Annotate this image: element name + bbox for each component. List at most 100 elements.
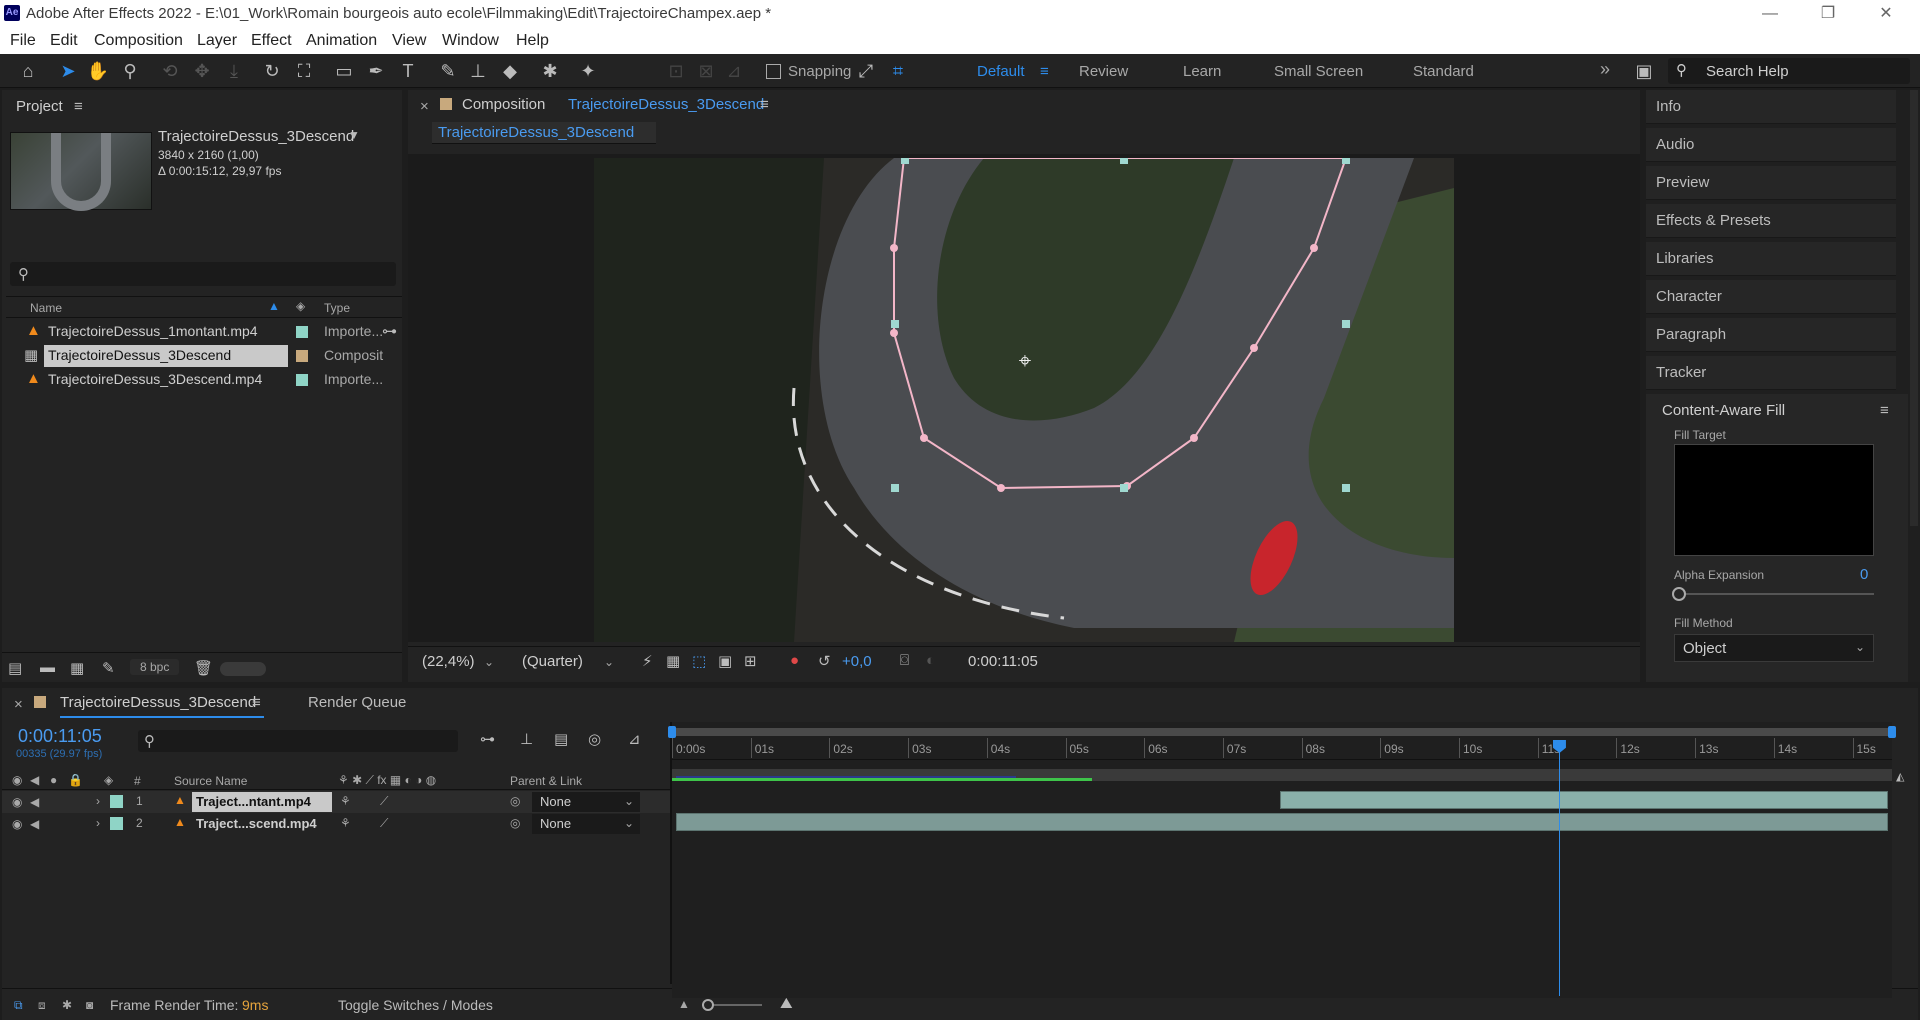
transparency-grid-icon[interactable]: ▦ [666,652,680,670]
fast-previews-icon[interactable]: ⚡ [642,652,653,670]
scrollbar[interactable] [1910,90,1918,526]
pan-tool-icon[interactable]: ✥ [190,59,214,83]
chevron-right-icon[interactable]: › [96,816,100,830]
work-area-start-handle[interactable] [668,726,676,738]
magnification-dropdown[interactable]: (22,4%) [422,653,475,670]
menu-help[interactable]: Help [516,32,549,50]
project-search-input[interactable]: ⚲ [10,262,396,286]
layer-duration-bar[interactable] [1279,791,1888,809]
mask-visibility-icon[interactable]: ⬚ [692,652,706,670]
audio-icon[interactable]: ◀ [30,795,39,809]
clone-stamp-tool-icon[interactable]: ⊥ [466,59,490,83]
adjust-settings-icon[interactable]: ✎ [102,659,115,677]
axis-world-icon[interactable]: ⊠ [694,59,718,83]
dropdown-icon[interactable]: ▼ [348,128,360,142]
menu-view[interactable]: View [392,32,426,50]
project-item[interactable]: ▲ TrajectoireDessus_3Descend.mp4 Importe… [6,368,402,392]
menu-composition[interactable]: Composition [94,32,183,50]
layer-row[interactable]: ◉ ◀ › 1 ▲ Traject...ntant.mp4 ⚘ ⟋ ◎ None… [2,791,670,813]
type-column-header[interactable]: Type [324,301,350,315]
current-timecode[interactable]: 0:00:11:05 [18,726,102,747]
timeline-track-area[interactable]: 0:00s 01s 02s 03s 04s 05s 06s 07s 08s 09s 10s 11s 12… [668,722,1896,998]
fill-method-select[interactable]: Object ⌄ [1674,634,1874,662]
comp-viewer[interactable]: ⌖ [408,154,1640,642]
label-swatch[interactable] [296,326,308,338]
alpha-expansion-slider-track[interactable] [1678,593,1874,595]
snapping-checkbox[interactable] [766,64,781,79]
bit-depth-button[interactable]: 8 bpc [130,659,180,675]
minimize-button[interactable]: — [1750,2,1790,26]
menu-edit[interactable]: Edit [50,32,78,50]
interpret-footage-icon[interactable]: ▤ [8,659,22,677]
thumbnail-size-slider[interactable] [220,662,266,676]
alpha-expansion-slider-thumb[interactable] [1672,587,1686,601]
layer-duration-bar[interactable] [676,813,1888,831]
hand-tool-icon[interactable]: ✋ [86,59,110,83]
type-tool-icon[interactable]: T [396,59,420,83]
time-ruler[interactable]: 0:00s 01s 02s 03s 04s 05s 06s 07s 08s 09s 10s 11s 12… [672,738,1892,760]
label-column-icon[interactable]: ◈ [296,299,305,313]
source-name-header[interactable]: Source Name [174,774,247,788]
close-button[interactable]: ✕ [1866,2,1906,26]
label-swatch[interactable] [110,795,123,808]
parent-select[interactable]: None ⌄ [532,792,640,812]
label-swatch[interactable] [296,374,308,386]
panel-menu-icon[interactable]: ≡ [252,694,261,711]
trash-icon[interactable]: 🗑 [194,659,213,677]
layer-row[interactable]: ◉ ◀ › 2 ▲ Traject...scend.mp4 ⚘ ⟋ ◎ None… [2,813,670,835]
resolution-dropdown[interactable]: (Quarter) [522,653,583,670]
close-tab-icon[interactable]: × [420,98,429,115]
menu-animation[interactable]: Animation [306,32,377,50]
layer-switches-icon[interactable]: ⧉ [14,998,23,1013]
sync-settings-icon[interactable]: ▣ [1632,59,1656,83]
shy-icon[interactable]: ⚘ [340,794,351,808]
project-item[interactable]: ▲ TrajectoireDessus_1montant.mp4 Importe… [6,320,402,344]
shy-layers-icon[interactable]: ▤ [554,730,568,748]
snap-features-icon[interactable]: ⌗ [886,59,910,83]
tracker-panel-header[interactable]: Tracker [1646,356,1896,390]
libraries-panel-header[interactable]: Libraries [1646,242,1896,276]
panel-menu-icon[interactable]: ≡ [74,98,83,115]
in-out-icon[interactable]: ✱ [62,998,72,1012]
panel-menu-icon[interactable]: ≡ [760,96,769,113]
parent-select[interactable]: None ⌄ [532,814,640,834]
project-item[interactable]: ▦ TrajectoireDessus_3Descend Composit [6,344,402,368]
workspace-menu-icon[interactable]: ≡ [1040,63,1049,80]
menu-file[interactable]: File [10,32,36,50]
orbit-tool-icon[interactable]: ⟲ [158,59,182,83]
channel-icon[interactable]: ● [790,652,799,669]
label-swatch[interactable] [296,350,308,362]
axis-view-icon[interactable]: ⊿ [722,59,746,83]
layer-name[interactable]: Traject...scend.mp4 [196,816,317,831]
region-of-interest-icon[interactable]: ▣ [718,652,732,670]
dolly-tool-icon[interactable]: ⤓ [222,59,246,83]
pen-tool-icon[interactable]: ✒ [364,59,388,83]
more-workspaces-icon[interactable]: » [1600,59,1610,80]
close-tab-icon[interactable]: × [14,696,23,713]
solo-icon[interactable]: ● [50,773,57,787]
rectangle-tool-icon[interactable]: ▭ [332,59,356,83]
lock-icon[interactable]: 🔒 [68,773,83,787]
render-time-icon[interactable]: ◙ [86,998,93,1012]
composition-tab-prefix[interactable]: Composition [462,96,545,113]
menu-effect[interactable]: Effect [251,32,292,50]
playhead[interactable] [1552,740,1566,996]
anchor-tool-icon[interactable]: ⛶ [292,59,316,83]
alpha-expansion-value[interactable]: 0 [1860,566,1868,583]
character-panel-header[interactable]: Character [1646,280,1896,314]
shy-icon[interactable]: ⚘ [340,816,351,830]
menu-layer[interactable]: Layer [197,32,237,50]
sort-ascending-icon[interactable]: ▲ [268,299,280,313]
grid-guides-icon[interactable]: ⊞ [744,652,757,670]
audio-panel-header[interactable]: Audio [1646,128,1896,162]
new-folder-icon[interactable]: ▬ [40,659,55,676]
paragraph-panel-header[interactable]: Paragraph [1646,318,1896,352]
preview-panel-header[interactable]: Preview [1646,166,1896,200]
comp-flowchart-icon[interactable]: ⊶ [480,730,495,748]
workspace-review[interactable]: Review [1079,63,1128,80]
brush-tool-icon[interactable]: ✎ [436,59,460,83]
restore-button[interactable]: ❐ [1808,2,1848,26]
timeline-search-input[interactable]: ⚲ [138,730,458,752]
workspace-small-screen[interactable]: Small Screen [1274,63,1363,80]
comp-viewer-tab[interactable]: TrajectoireDessus_3Descend [432,122,656,144]
